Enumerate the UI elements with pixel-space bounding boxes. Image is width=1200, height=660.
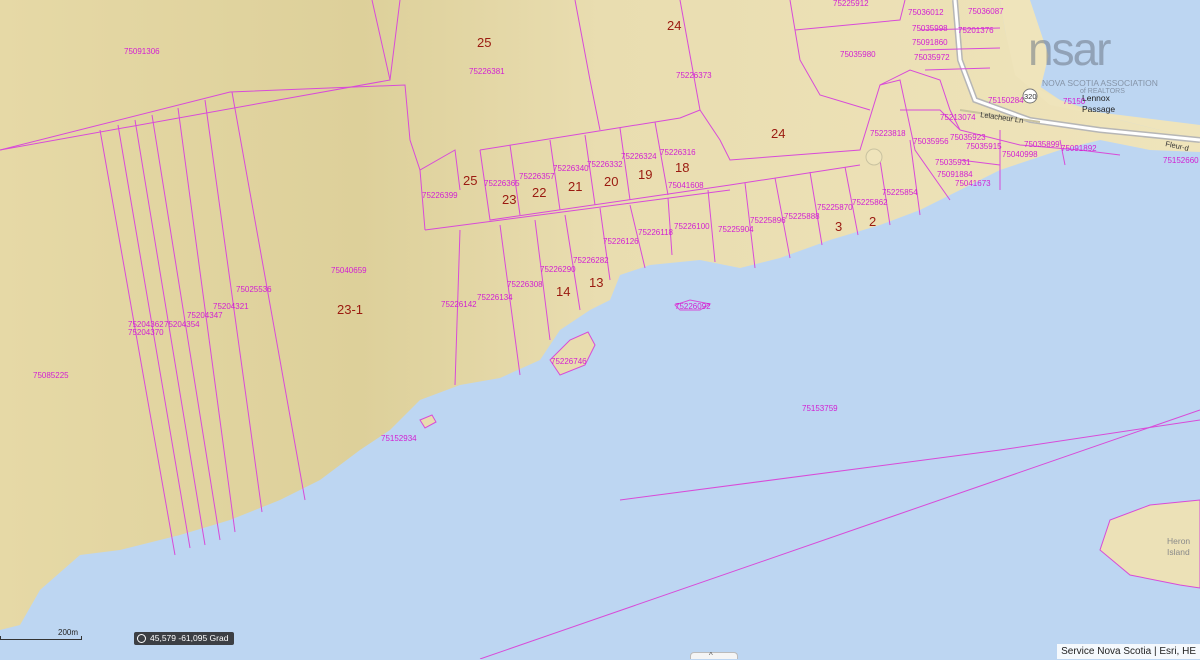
parcel-id: 75225912 bbox=[833, 0, 869, 8]
parcel-id: 75152934 bbox=[381, 434, 417, 443]
parcel-id: 75226332 bbox=[587, 160, 623, 169]
parcel-id: 75226340 bbox=[553, 164, 589, 173]
parcel-id: 75040659 bbox=[331, 266, 367, 275]
lot-number: 20 bbox=[604, 174, 618, 189]
parcel-id: 75225862 bbox=[852, 198, 888, 207]
lot-number: 23 bbox=[502, 192, 516, 207]
coordinate-readout[interactable]: 45,579 -61,095 Grad bbox=[134, 632, 235, 645]
parcel-id: 75226373 bbox=[676, 71, 712, 80]
parcel-id: 75041673 bbox=[955, 179, 991, 188]
parcel-id: 75226399 bbox=[422, 191, 458, 200]
logo-line1: NOVA SCOTIA ASSOCIATION bbox=[1042, 78, 1158, 88]
parcel-id: 75226134 bbox=[477, 293, 513, 302]
parcel-id: 75204354 bbox=[164, 320, 200, 329]
lot-number: 3 bbox=[835, 219, 842, 234]
crosshair-icon bbox=[137, 634, 146, 643]
lot-number: 22 bbox=[532, 185, 546, 200]
parcel-id: 75150284 bbox=[988, 96, 1024, 105]
place-label-passage: Passage bbox=[1082, 104, 1115, 114]
parcel-id: 75035923 bbox=[950, 133, 986, 142]
parcel-id: 75225888 bbox=[784, 212, 820, 221]
lot-number: 2 bbox=[869, 214, 876, 229]
lot-number: 13 bbox=[589, 275, 603, 290]
parcel-id: 75225854 bbox=[882, 188, 918, 197]
logo-wordmark: nsar bbox=[1028, 23, 1111, 75]
map-attribution: Service Nova Scotia | Esri, HE bbox=[1057, 644, 1200, 659]
logo-line2: of REALTORS bbox=[1080, 88, 1125, 95]
parcel-id: 75204370 bbox=[128, 328, 164, 337]
parcel-id: 75226100 bbox=[674, 222, 710, 231]
parcel-id: 75036087 bbox=[968, 7, 1004, 16]
parcel-id: 75035915 bbox=[966, 142, 1002, 151]
parcel-id: 75025536 bbox=[236, 285, 272, 294]
parcel-id: 75225904 bbox=[718, 225, 754, 234]
parcel-id: 75085225 bbox=[33, 371, 69, 380]
lot-number: 18 bbox=[675, 160, 689, 175]
parcel-id: 75091884 bbox=[937, 170, 973, 179]
parcel-id: 75226282 bbox=[573, 256, 609, 265]
parcel-id: 75226357 bbox=[519, 172, 555, 181]
scale-bar-label: 200m bbox=[58, 628, 79, 637]
parcel-id: 75213074 bbox=[940, 113, 976, 122]
parcel-id: 75153759 bbox=[802, 404, 838, 413]
parcel-id: 75226316 bbox=[660, 148, 696, 157]
attribution-text: Service Nova Scotia | Esri, HE bbox=[1061, 646, 1196, 657]
parcel-id: 75040998 bbox=[1002, 150, 1038, 159]
parcel-id: 75226365 bbox=[484, 179, 520, 188]
parcel-id: 75091306 bbox=[124, 47, 160, 56]
lot-number: 24 bbox=[667, 18, 681, 33]
parcel-id: 75226142 bbox=[441, 300, 477, 309]
lot-number: 14 bbox=[556, 284, 570, 299]
place-label-heron: Heron bbox=[1167, 536, 1190, 546]
parcel-id: 75226324 bbox=[621, 152, 657, 161]
parcel-id: 75226118 bbox=[638, 228, 674, 237]
parcel-id: 75226746 bbox=[551, 357, 587, 366]
lot-number: 24 bbox=[771, 126, 785, 141]
parcel-id: 75204347 bbox=[187, 311, 223, 320]
parcel-id: 75091860 bbox=[912, 38, 948, 47]
parcel-id: 75036012 bbox=[908, 8, 944, 17]
parcel-id: 75041608 bbox=[668, 181, 704, 190]
place-label-island: Island bbox=[1167, 547, 1190, 557]
parcel-id: 75223818 bbox=[870, 129, 906, 138]
parcel-id: 75226290 bbox=[540, 265, 576, 274]
parcel-id: 75091892 bbox=[1061, 144, 1097, 153]
lot-number: 25 bbox=[463, 173, 477, 188]
parcel-id: 75226381 bbox=[469, 67, 505, 76]
cul-de-sac bbox=[865, 148, 883, 166]
lot-number: 23-1 bbox=[337, 302, 363, 317]
parcel-id: 75152660 bbox=[1163, 156, 1199, 165]
parcel-id: 75226126 bbox=[603, 237, 639, 246]
lot-number: 21 bbox=[568, 179, 582, 194]
parcel-id: 75035998 bbox=[912, 24, 948, 33]
panel-expand-handle[interactable]: ^ bbox=[690, 651, 738, 660]
parcel-id: 75035956 bbox=[913, 137, 949, 146]
coordinate-text: 45,579 -61,095 Grad bbox=[150, 633, 229, 643]
parcel-id: 75225896 bbox=[750, 216, 786, 225]
scale-bar: 200m bbox=[0, 628, 90, 642]
parcel-id: 75035931 bbox=[935, 158, 971, 167]
parcel-id: 75035972 bbox=[914, 53, 950, 62]
parcel-id: 75226092 bbox=[675, 302, 711, 311]
parcel-id: 75226308 bbox=[507, 280, 543, 289]
lot-number: 19 bbox=[638, 167, 652, 182]
lot-number: 25 bbox=[477, 35, 491, 50]
parcel-id: 75035899 bbox=[1024, 140, 1060, 149]
parcel-id: 75035980 bbox=[840, 50, 876, 59]
nsar-logo: nsar NOVA SCOTIA ASSOCIATION of REALTORS bbox=[1020, 22, 1190, 102]
parcel-id: 75225870 bbox=[817, 203, 853, 212]
parcel-id: 75204321 bbox=[213, 302, 249, 311]
parcel-id: 75201376 bbox=[958, 26, 994, 35]
